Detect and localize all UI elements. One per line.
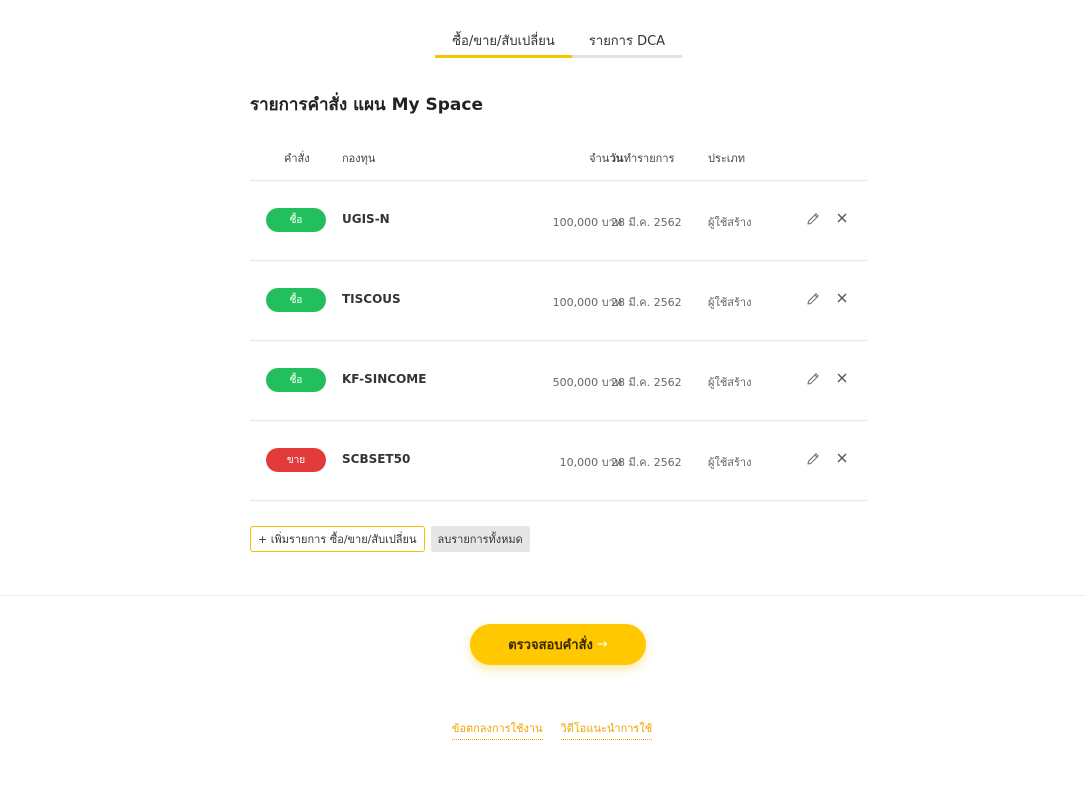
order-type: ผู้ใช้สร้าง — [708, 456, 752, 469]
tab-buy-sell-switch[interactable]: ซื้อ/ขาย/สับเปลี่ยน — [435, 26, 572, 58]
close-icon[interactable] — [836, 212, 848, 224]
table-row: ซื้อ TISCOUS 100,000 บาท 28 มี.ค. 2562 ผ… — [250, 261, 867, 341]
close-icon[interactable] — [836, 372, 848, 384]
clear-all-button[interactable]: ลบรายการทั้งหมด — [430, 526, 530, 552]
table-row: ขาย SCBSET50 10,000 บาท 28 มี.ค. 2562 ผู… — [250, 421, 867, 501]
fund-name: UGIS-N — [342, 212, 390, 226]
fund-name: TISCOUS — [342, 292, 401, 306]
section-divider — [0, 595, 1086, 596]
order-date: 28 มี.ค. 2562 — [611, 456, 682, 469]
pencil-icon[interactable] — [805, 211, 821, 227]
order-type: ผู้ใช้สร้าง — [708, 296, 752, 309]
review-orders-button[interactable]: ตรวจสอบคำสั่ง → — [470, 624, 646, 665]
table-header: คำสั่ง กองทุน จำนวน วันทำรายการ ประเภท — [250, 140, 867, 181]
order-type: ผู้ใช้สร้าง — [708, 216, 752, 229]
pencil-icon[interactable] — [805, 371, 821, 387]
order-date: 28 มี.ค. 2562 — [611, 216, 682, 229]
order-badge-buy: ซื้อ — [266, 208, 326, 232]
tab-dca[interactable]: รายการ DCA — [572, 26, 682, 58]
order-tabs: ซื้อ/ขาย/สับเปลี่ยน รายการ DCA — [435, 26, 682, 58]
close-icon[interactable] — [836, 452, 848, 464]
order-date: 28 มี.ค. 2562 — [611, 296, 682, 309]
arrow-right-icon: → — [596, 637, 608, 652]
order-table: คำสั่ง กองทุน จำนวน วันทำรายการ ประเภท ซ… — [250, 140, 867, 501]
fund-name: KF-SINCOME — [342, 372, 427, 386]
order-actions: + เพิ่มรายการ ซื้อ/ขาย/สับเปลี่ยน ลบรายก… — [250, 526, 530, 552]
order-badge-sell: ขาย — [266, 448, 326, 472]
table-row: ซื้อ UGIS-N 100,000 บาท 28 มี.ค. 2562 ผู… — [250, 181, 867, 261]
header-date: วันทำรายการ — [610, 152, 675, 165]
review-orders-label: ตรวจสอบคำสั่ง — [508, 638, 593, 653]
video-guide-link[interactable]: วิดีโอแนะนำการใช้ — [560, 719, 653, 740]
pencil-icon[interactable] — [805, 291, 821, 307]
close-icon[interactable] — [836, 292, 848, 304]
header-type: ประเภท — [708, 152, 746, 165]
section-title: รายการคำสั่ง แผน My Space — [250, 95, 483, 115]
order-badge-buy: ซื้อ — [266, 288, 326, 312]
footer-links: ข้อตกลงการใช้งาน วิดีโอแนะนำการใช้ — [0, 719, 1086, 740]
pencil-icon[interactable] — [805, 451, 821, 467]
add-order-button[interactable]: + เพิ่มรายการ ซื้อ/ขาย/สับเปลี่ยน — [250, 526, 425, 552]
header-fund: กองทุน — [342, 152, 376, 165]
header-order: คำสั่ง — [284, 152, 310, 165]
order-date: 28 มี.ค. 2562 — [611, 376, 682, 389]
terms-link[interactable]: ข้อตกลงการใช้งาน — [451, 719, 543, 740]
order-type: ผู้ใช้สร้าง — [708, 376, 752, 389]
fund-name: SCBSET50 — [342, 452, 411, 466]
table-row: ซื้อ KF-SINCOME 500,000 บาท 28 มี.ค. 256… — [250, 341, 867, 421]
order-badge-buy: ซื้อ — [266, 368, 326, 392]
